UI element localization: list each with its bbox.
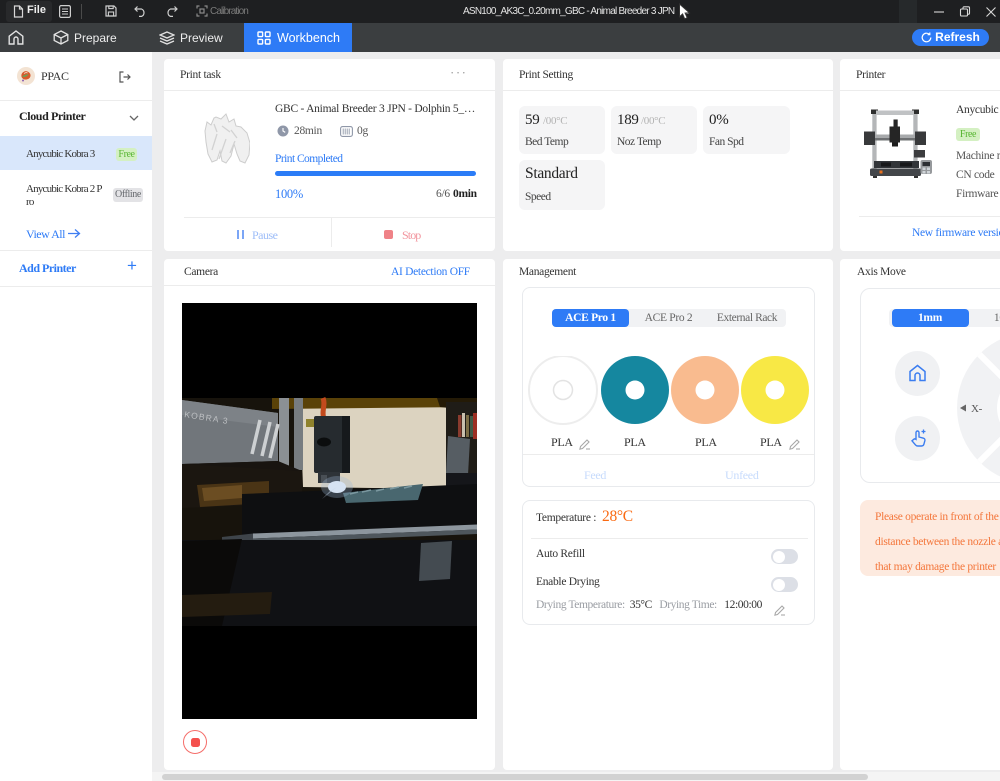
svg-text:X-: X- bbox=[971, 403, 983, 415]
